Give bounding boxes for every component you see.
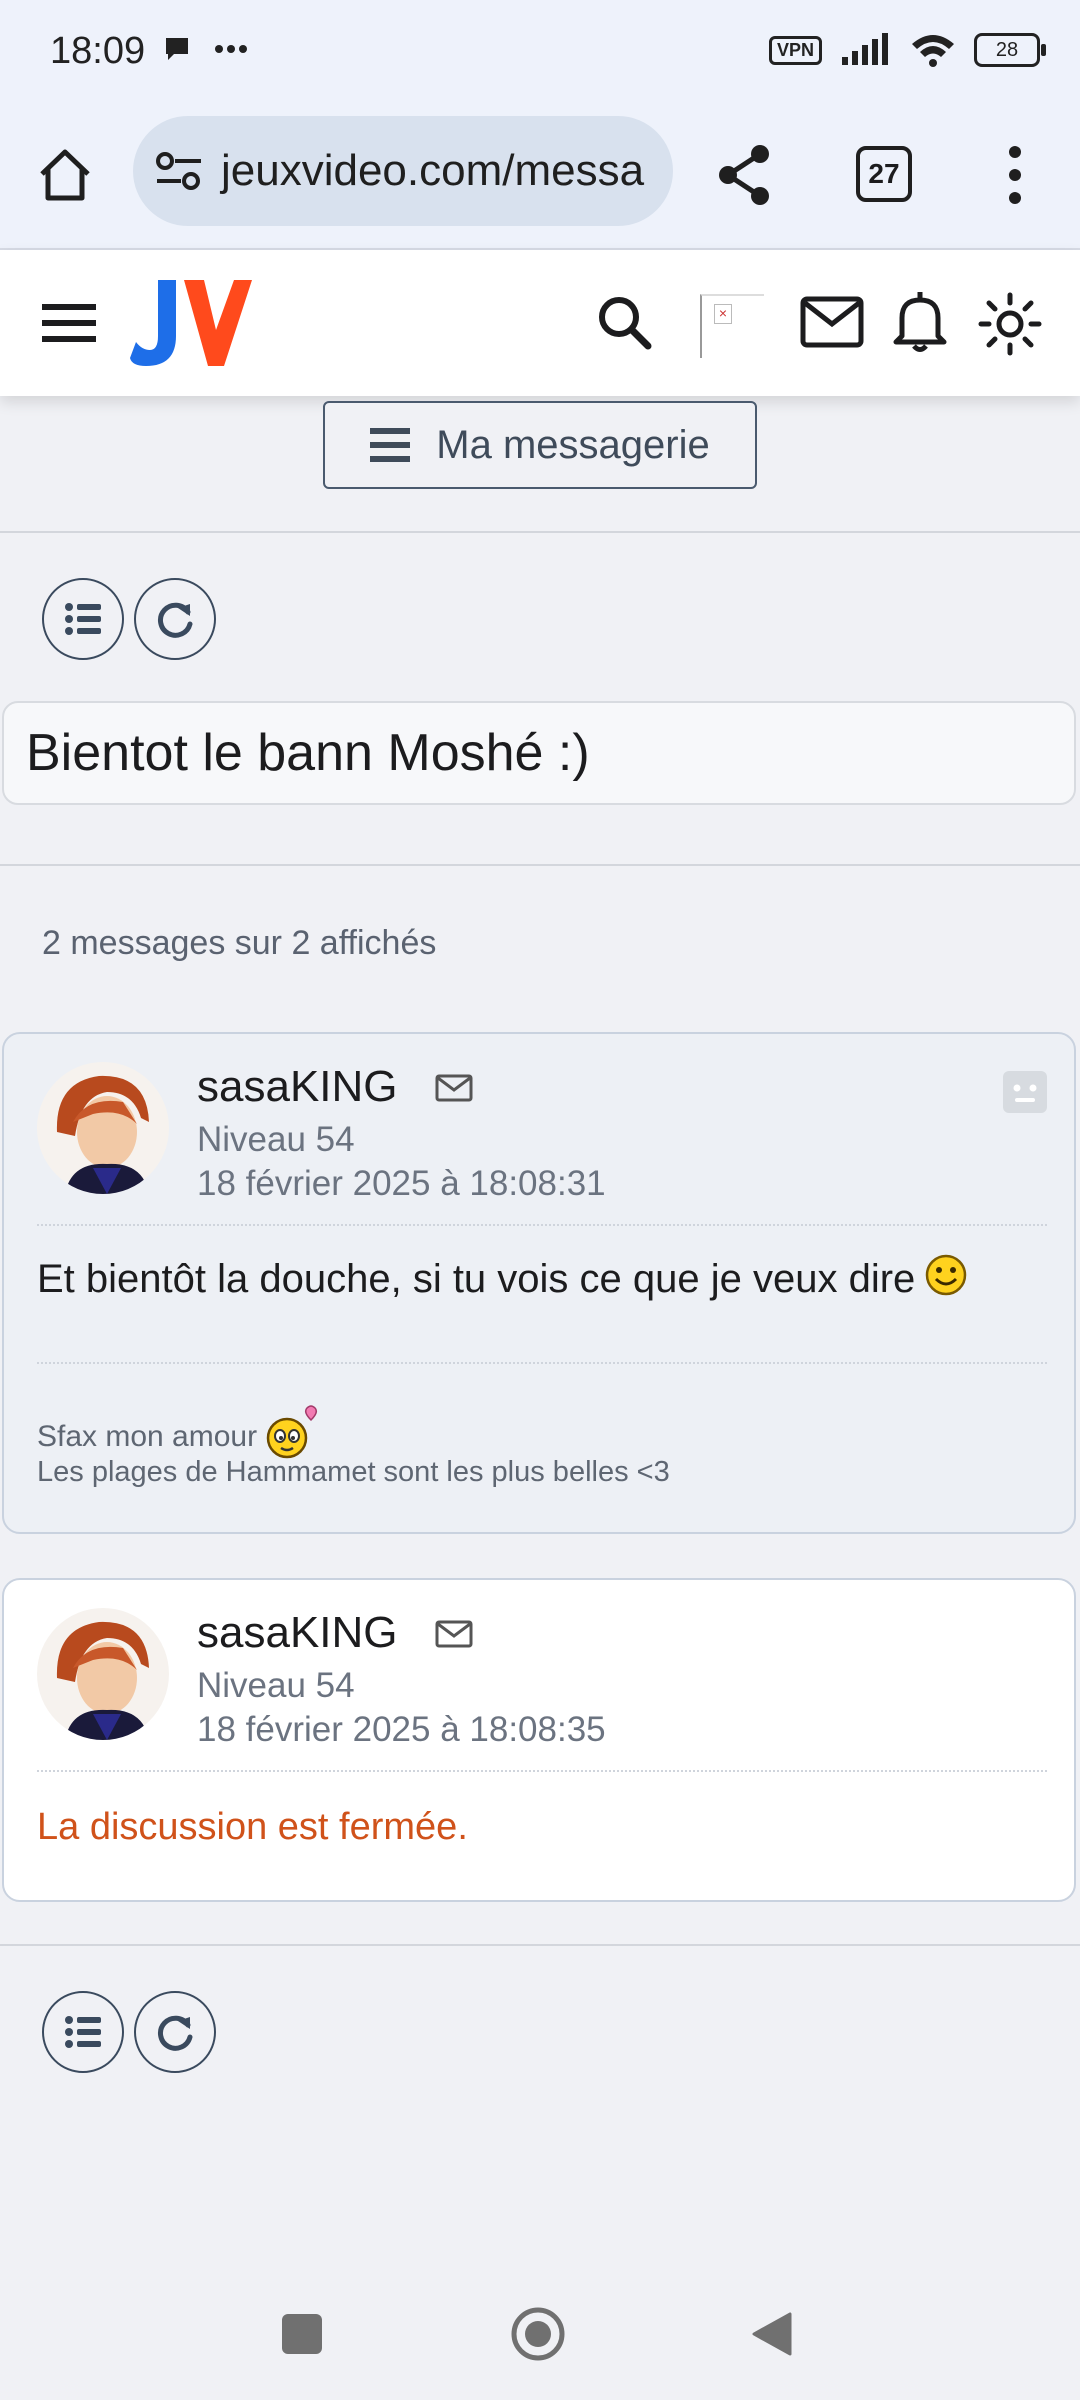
topic-list-button[interactable] [42, 1991, 124, 2073]
refresh-icon [157, 2015, 193, 2051]
refresh-button[interactable] [134, 578, 216, 660]
smiley-icon [926, 1254, 967, 1296]
divider [37, 1362, 1047, 1364]
mail-icon[interactable] [435, 1620, 473, 1648]
author-avatar[interactable] [37, 1062, 169, 1194]
site-settings-icon[interactable] [153, 151, 205, 191]
post-date[interactable]: 18 février 2025 à 18:08:35 [197, 1710, 606, 1750]
message-post: sasaKING Niveau 54 18 février 2025 à 18:… [2, 1032, 1076, 1534]
avatar-image [37, 1608, 169, 1740]
divider [0, 531, 1080, 533]
author-avatar[interactable] [37, 1608, 169, 1740]
author-name[interactable]: sasaKING [197, 1608, 398, 1658]
topic-list-button[interactable] [42, 578, 124, 660]
battery-indicator: 28 [974, 33, 1046, 67]
status-time: 18:09 [50, 30, 146, 72]
author-level: Niveau 54 [197, 1666, 355, 1705]
mail-icon[interactable] [435, 1074, 473, 1102]
message-count: 2 messages sur 2 affichés [42, 924, 437, 962]
messagerie-button[interactable]: Ma messagerie [323, 401, 757, 489]
divider [0, 864, 1080, 866]
signal-icon [842, 33, 888, 65]
author-name[interactable]: sasaKING [197, 1062, 398, 1112]
thread-title: Bientot le bann Moshé :) [2, 701, 1076, 805]
sun-theme-icon[interactable] [978, 292, 1042, 356]
system-navigation-bar [0, 2262, 1080, 2400]
report-face-icon[interactable] [1002, 1070, 1048, 1114]
divider [0, 1944, 1080, 1946]
share-icon[interactable] [712, 142, 778, 208]
bell-icon[interactable] [892, 290, 948, 354]
browser-menu-icon[interactable] [1000, 142, 1030, 208]
back-triangle-icon[interactable] [752, 2312, 792, 2356]
list-icon [65, 603, 101, 635]
search-icon[interactable] [594, 292, 654, 352]
site-header: × [0, 250, 1080, 396]
signature-line: Les plages de Hammamet sont les plus bel… [37, 1456, 670, 1488]
browser-toolbar: jeuxvideo.com/messa 27 [0, 108, 1080, 250]
user-avatar-broken-image[interactable]: × [700, 294, 764, 358]
recents-square-icon[interactable] [282, 2314, 322, 2354]
url-text[interactable]: jeuxvideo.com/messa [221, 146, 644, 196]
hamburger-menu-icon[interactable] [42, 302, 96, 344]
mail-icon[interactable] [800, 296, 864, 348]
post-body: Et bientôt la douche, si tu vois ce que … [37, 1254, 967, 1302]
signature-text: Sfax mon amour [37, 1420, 258, 1453]
status-bar: 18:09 VPN 28 [0, 0, 1080, 108]
broken-image-icon: × [714, 304, 732, 324]
home-circle-icon[interactable] [510, 2306, 566, 2362]
list-icon [65, 2016, 101, 2048]
post-text: Et bientôt la douche, si tu vois ce que … [37, 1257, 916, 1301]
jv-logo[interactable] [128, 274, 252, 374]
refresh-button[interactable] [134, 1991, 216, 2073]
list-lines-icon [370, 428, 411, 462]
messagerie-label: Ma messagerie [436, 422, 710, 467]
refresh-icon [157, 602, 193, 638]
tabs-button[interactable]: 27 [856, 146, 912, 202]
author-level: Niveau 54 [197, 1120, 355, 1159]
message-post: sasaKING Niveau 54 18 février 2025 à 18:… [2, 1578, 1076, 1902]
divider [37, 1770, 1047, 1772]
divider [37, 1224, 1047, 1226]
in-love-smiley-icon [266, 1405, 318, 1459]
home-icon[interactable] [34, 144, 96, 206]
signature-line: Sfax mon amour [37, 1404, 321, 1460]
chat-bubble-icon [166, 38, 188, 60]
avatar-image [37, 1062, 169, 1194]
post-date[interactable]: 18 février 2025 à 18:08:31 [197, 1164, 606, 1204]
address-bar[interactable]: jeuxvideo.com/messa [133, 116, 673, 226]
more-dots-icon [215, 45, 247, 53]
closed-discussion-notice: La discussion est fermée. [37, 1806, 468, 1848]
wifi-icon [912, 35, 954, 67]
vpn-badge: VPN [768, 35, 822, 65]
